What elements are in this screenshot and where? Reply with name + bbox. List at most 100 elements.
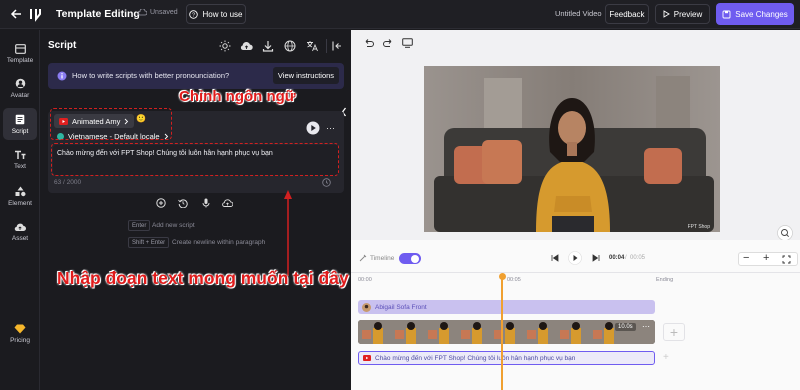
upload-audio-icon[interactable] (222, 198, 233, 208)
how-to-use-button[interactable]: ? How to use (186, 4, 246, 24)
nav-script[interactable]: Script (3, 108, 37, 140)
unsaved-label: Unsaved (150, 9, 178, 16)
input-highlight-box (51, 143, 339, 176)
collapse-panel-icon[interactable] (331, 40, 343, 52)
redo-icon[interactable] (383, 38, 394, 48)
clock-icon[interactable] (322, 178, 331, 187)
video-canvas: FPT Shop (351, 30, 800, 245)
video-watermark: FPT Shop (688, 224, 711, 230)
fit-icon[interactable] (782, 255, 791, 264)
app-logo-icon (28, 6, 44, 22)
nav-avatar-label: Avatar (10, 91, 30, 99)
undo-icon[interactable] (363, 38, 374, 48)
add-scene-button[interactable]: + (663, 323, 685, 341)
pause-timer-icon[interactable] (178, 198, 188, 208)
zoom-in-icon[interactable]: + (763, 252, 769, 264)
help-circle-icon: ? (189, 9, 199, 19)
nav-text[interactable]: Text (3, 144, 37, 176)
back-arrow-icon[interactable] (10, 8, 22, 20)
avatar-video-preview[interactable]: FPT Shop (424, 66, 720, 232)
nav-element-label: Element (8, 199, 32, 207)
script-panel-title: Script (48, 40, 77, 51)
save-label: Save Changes (735, 9, 788, 19)
shift-enter-hint: Create newline within paragraph (172, 239, 266, 246)
download-icon[interactable] (262, 40, 274, 52)
timeline-toolbar: Timeline 00:04 / 00:05 − + (351, 249, 800, 273)
play-icon (663, 10, 670, 18)
scene-duration: 10.0s (615, 323, 636, 331)
save-changes-button[interactable]: Save Changes (716, 3, 794, 25)
playhead[interactable] (501, 275, 503, 390)
script-track[interactable]: Chào mừng đến với FPT Shop! Chúng tôi lu… (358, 351, 655, 365)
timeline-button[interactable]: Timeline (359, 254, 394, 262)
ruler-label-start: 00:00 (358, 277, 372, 283)
avatar-icon (15, 78, 26, 89)
preview-label: Preview (673, 9, 703, 19)
ruler-label-mid: 00:05 (507, 277, 521, 283)
info-icon (57, 71, 67, 81)
avatar-track[interactable]: Abigail Sofa Front (358, 300, 655, 314)
globe-icon[interactable] (284, 40, 296, 52)
video-name[interactable]: Untitled Video (555, 9, 602, 18)
translate-icon[interactable] (306, 40, 318, 52)
ruler-label-ending: Ending (656, 277, 674, 283)
enter-hint: Add new script (152, 222, 195, 229)
how-to-use-label: How to use (202, 9, 243, 19)
nav-template[interactable]: Template (3, 38, 37, 70)
script-panel: Script How to write scripts with better … (41, 30, 350, 390)
youtube-icon (363, 355, 371, 361)
nav-avatar[interactable]: Avatar (3, 72, 37, 104)
screen-icon[interactable] (402, 38, 413, 48)
time-separator: / (625, 255, 627, 261)
current-time: 00:04 (609, 255, 625, 261)
skip-forward-icon[interactable] (592, 254, 600, 262)
zoom-out-icon[interactable]: − (743, 252, 749, 264)
timeline-panel: Timeline 00:04 / 00:05 − + 00:00 00:05 E… (351, 240, 800, 390)
nav-script-label: Script (11, 127, 29, 135)
nav-text-label: Text (14, 163, 26, 170)
page-title: Template Editing (56, 8, 140, 20)
preview-button[interactable]: Preview (655, 4, 710, 24)
element-icon (15, 186, 26, 197)
microphone-icon[interactable] (201, 198, 211, 208)
wand-icon (359, 254, 367, 262)
timeline-label: Timeline (370, 254, 395, 262)
left-sidebar: Template Avatar Script Text Element Asse… (0, 30, 40, 390)
zoom-button[interactable] (777, 225, 793, 241)
add-script-icon[interactable] (156, 198, 166, 208)
playhead-handle[interactable] (498, 273, 506, 280)
scene-track[interactable]: 10.0s ⋯ (358, 320, 655, 344)
scene-more-icon[interactable]: ⋯ (642, 322, 650, 331)
annotation-input: Nhập đoạn text mong muốn tại đây (57, 268, 349, 288)
brightness-icon[interactable] (219, 40, 231, 52)
toolbar-divider (326, 39, 327, 53)
play-button[interactable] (568, 251, 582, 265)
nav-element[interactable]: Element (3, 180, 37, 212)
save-icon (722, 10, 731, 19)
diamond-icon (14, 324, 26, 334)
view-instructions-button[interactable]: View instructions (273, 67, 339, 84)
info-text: How to write scripts with better pronoun… (72, 71, 230, 80)
play-script-button[interactable] (306, 121, 320, 135)
feedback-button[interactable]: Feedback (605, 4, 649, 24)
nav-pricing-label: Pricing (10, 337, 30, 344)
avatar-thumb-icon (362, 302, 371, 312)
avatar-track-label: Abigail Sofa Front (375, 303, 427, 311)
char-count: 63 / 2000 (54, 179, 82, 186)
skip-back-icon[interactable] (551, 254, 559, 262)
more-options-icon[interactable]: ⋯ (326, 123, 335, 134)
enter-key: Enter (128, 220, 151, 231)
top-bar: Template Editing Unsaved ? How to use Un… (0, 0, 800, 29)
cloud-upload-icon[interactable] (240, 40, 253, 52)
annotation-language: Chỉnh ngôn ngữ (179, 88, 296, 105)
script-icon (15, 114, 25, 125)
add-script-track-icon[interactable]: + (663, 352, 669, 363)
timeline-toggle[interactable] (399, 253, 421, 264)
timeline-ruler: 00:00 00:05 Ending (351, 274, 800, 286)
nav-asset[interactable]: Asset (3, 216, 37, 248)
zoom-controls: − + (738, 252, 798, 266)
nav-template-label: Template (6, 57, 34, 64)
pronunciation-info-bar: How to write scripts with better pronoun… (48, 63, 344, 89)
nav-pricing[interactable]: Pricing (3, 318, 37, 350)
language-highlight-box (50, 108, 172, 140)
